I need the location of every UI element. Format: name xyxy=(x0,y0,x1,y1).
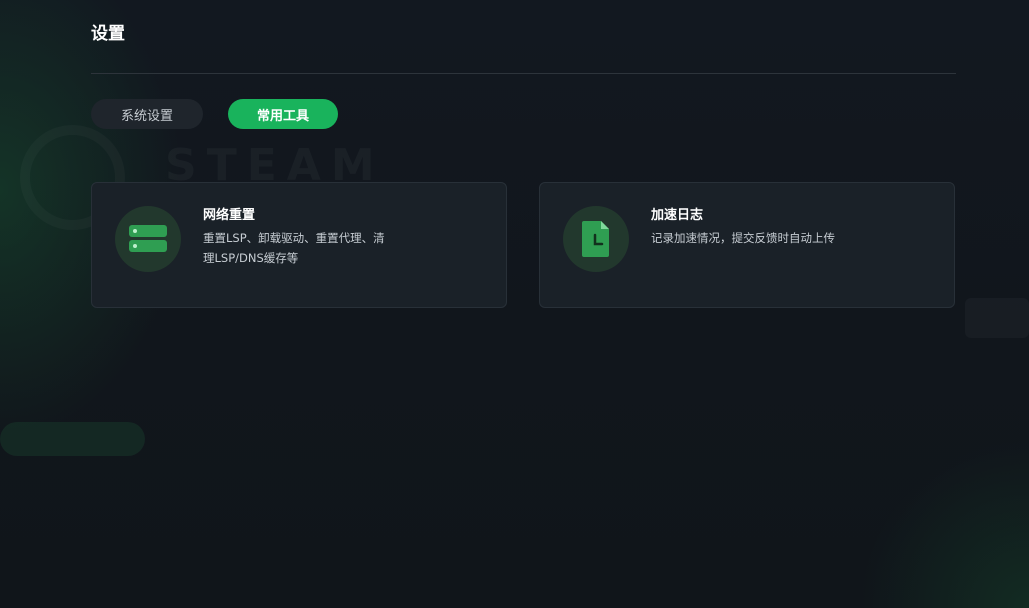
tab-system-settings[interactable]: 系统设置 xyxy=(91,99,203,129)
server-stack-icon xyxy=(115,206,181,272)
page-title: 设置 xyxy=(91,24,125,44)
card-description: 重置LSP、卸载驱动、重置代理、清理LSP/DNS缓存等 xyxy=(203,231,385,265)
card-title: 加速日志 xyxy=(651,208,704,223)
header-divider xyxy=(91,73,956,74)
card-description: 记录加速情况，提交反馈时自动上传 xyxy=(651,231,835,245)
settings-panel: 设置 系统设置 常用工具 网络重置 重置LSP、卸载驱动、重置代理、清理LSP/… xyxy=(0,0,1029,608)
tab-common-tools[interactable]: 常用工具 xyxy=(228,99,338,129)
network-reset-card[interactable]: 网络重置 重置LSP、卸载驱动、重置代理、清理LSP/DNS缓存等 xyxy=(91,182,507,308)
document-clock-icon xyxy=(563,206,629,272)
acceleration-log-card[interactable]: 加速日志 记录加速情况，提交反馈时自动上传 xyxy=(539,182,955,308)
card-title: 网络重置 xyxy=(203,208,256,223)
